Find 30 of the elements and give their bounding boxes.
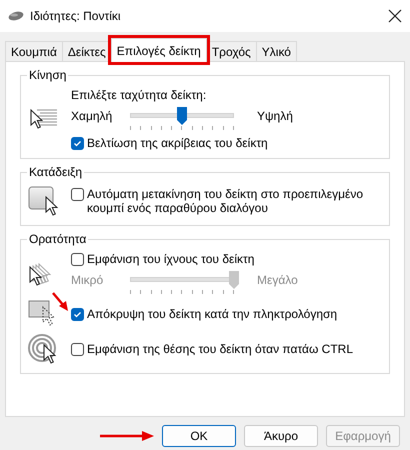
checkbox-label: Εμφάνιση του ίχνους του δείκτη: [87, 252, 254, 266]
tab[interactable]: Επιλογές δείκτη: [110, 38, 207, 62]
dialog-button[interactable]: Άκυρο: [244, 425, 318, 447]
slider-max-label: Μεγάλο: [256, 272, 298, 287]
checkbox[interactable]: [71, 188, 84, 201]
group-title: Κατάδειξη: [28, 165, 84, 179]
checkbox[interactable]: [71, 308, 84, 321]
checkbox[interactable]: [71, 253, 84, 266]
slider-thumb[interactable]: [177, 107, 187, 125]
tab[interactable]: Κουμπιά: [5, 41, 63, 61]
button-pointer-icon: [27, 185, 61, 217]
dialog-button[interactable]: OK: [162, 425, 236, 447]
checkbox[interactable]: [71, 343, 84, 356]
check-icon: [72, 309, 83, 320]
check-icon: [72, 138, 83, 149]
checkbox-label: Αυτόματη μετακίνηση του δείκτη στο προεπιλεγμένο κουμπί ενός παραθύρου διαλόγου: [87, 187, 364, 215]
checkbox-label: Βελτίωση της ακρίβειας του δείκτη: [87, 136, 268, 150]
group-title: Ορατότητα: [28, 232, 88, 246]
checkbox-label: Εμφάνιση της θέσης του δείκτη όταν πατάω CTRL: [87, 342, 353, 356]
setting-label: Επιλέξτε ταχύτητα δείκτη:: [71, 88, 208, 102]
mouse-icon: [8, 11, 24, 21]
checkbox-label: Απόκρυψη του δείκτη κατά την πληκτρολόγηση: [87, 307, 338, 321]
tab[interactable]: Υλικό: [256, 41, 297, 61]
slider-min-label: Μικρό: [71, 272, 104, 287]
window-title: Ιδιότητες: Ποντίκι: [30, 9, 122, 23]
slider-max-label: Υψηλή: [256, 108, 293, 123]
slider-min-label: Χαμηλή: [71, 108, 114, 123]
close-icon[interactable]: [388, 9, 402, 23]
checkbox[interactable]: [71, 137, 84, 150]
group-title: Κίνηση: [28, 68, 68, 82]
